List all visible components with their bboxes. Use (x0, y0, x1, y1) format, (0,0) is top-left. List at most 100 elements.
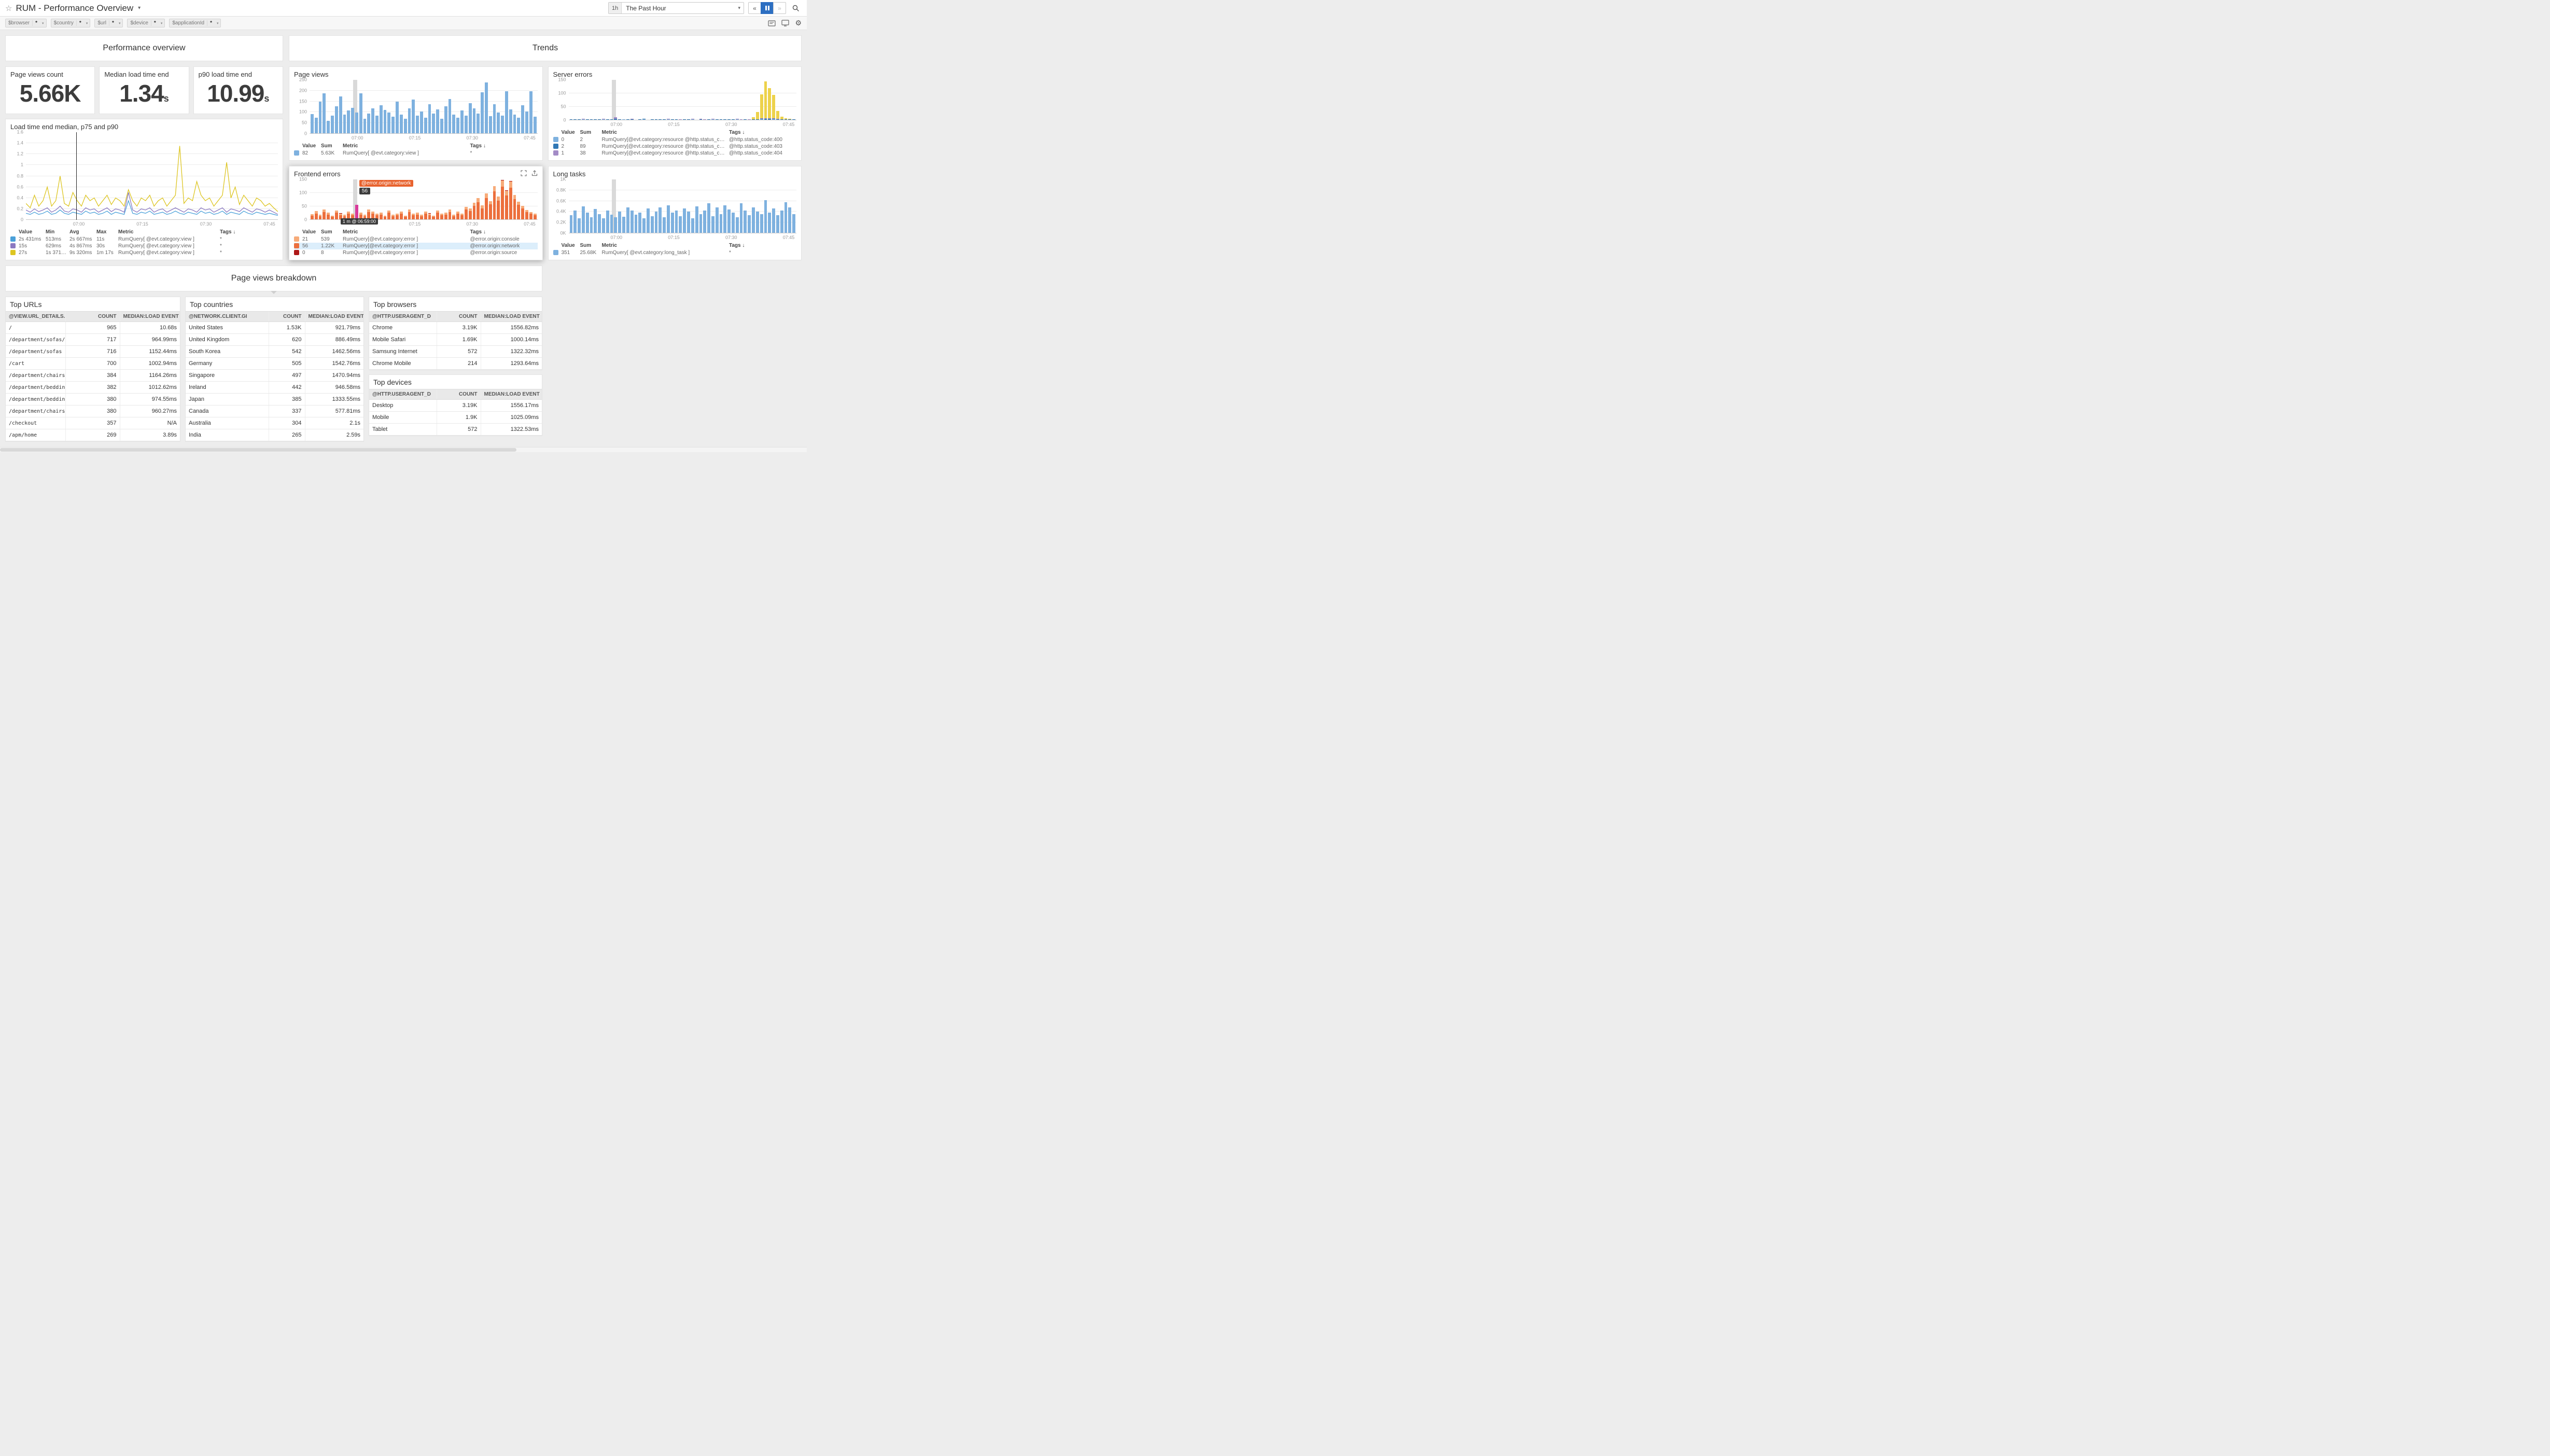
pause-button[interactable] (761, 2, 774, 14)
legend-header-value[interactable]: Value (302, 143, 321, 150)
table-row[interactable]: Chrome Mobile 214 1293.64ms (369, 358, 542, 370)
widget-p90-load-time[interactable]: p90 load time end 10.99s (193, 66, 283, 114)
legend-header-value[interactable]: Value (562, 242, 580, 249)
legend-header-value[interactable]: Value (562, 129, 580, 136)
table-row[interactable]: Mobile 1.9K 1025.09ms (369, 412, 542, 424)
legend-row[interactable]: 27s 1s 371ms 9s 320ms 1m 17s RumQuery[ @… (10, 249, 278, 256)
legend-header-avg[interactable]: Avg (69, 229, 96, 236)
legend-row[interactable]: 351 25.68K RumQuery[ @evt.category:long_… (553, 249, 797, 256)
export-icon[interactable] (531, 170, 538, 176)
template-variable-chip[interactable]: $applicationId * ▾ (169, 19, 221, 27)
top-urls-table[interactable]: Top URLs @VIEW.URL_DETAILS.I COUNT MEDIA… (5, 297, 180, 442)
table-row[interactable]: /checkout 357 N/A (6, 417, 180, 429)
top-devices-table[interactable]: Top devices @HTTP.USERAGENT_D COUNT MEDI… (369, 374, 542, 436)
legend-header-sum[interactable]: Sum (321, 229, 343, 236)
column-header[interactable]: COUNT (65, 312, 120, 322)
legend-row[interactable]: 1 38 RumQuery[@evt.category:resource @ht… (553, 150, 797, 157)
column-header[interactable]: MEDIAN:LOAD EVENT (305, 312, 363, 322)
legend-header-sum[interactable]: Sum (321, 143, 343, 150)
horizontal-scrollbar[interactable] (0, 447, 807, 452)
table-row[interactable]: /department/bedding/p 380 974.55ms (6, 394, 180, 405)
legend-header-tags[interactable]: Tags ↓ (470, 229, 538, 236)
table-row[interactable]: Singapore 497 1470.94ms (186, 370, 363, 382)
table-row[interactable]: /cart 700 1002.94ms (6, 358, 180, 370)
table-row[interactable]: / 965 10.68s (6, 322, 180, 334)
zoom-search-button[interactable] (790, 3, 802, 14)
column-header[interactable]: @VIEW.URL_DETAILS.I (6, 312, 65, 322)
legend-header-value[interactable]: Value (302, 229, 321, 236)
legend-row[interactable]: 2s 431ms 513ms 2s 667ms 11s RumQuery[ @e… (10, 236, 278, 243)
jump-backward-button[interactable]: « (748, 2, 761, 14)
table-row[interactable]: Tablet 572 1322.53ms (369, 424, 542, 436)
table-row[interactable]: /department/sofas 716 1152.44ms (6, 346, 180, 358)
legend-header-min[interactable]: Min (46, 229, 69, 236)
legend-header-tags[interactable]: Tags ↓ (729, 242, 796, 249)
legend-header-metric[interactable]: Metric (602, 129, 730, 136)
column-header[interactable]: MEDIAN:LOAD EVENT (120, 312, 180, 322)
column-header[interactable]: COUNT (437, 389, 481, 400)
jump-forward-button[interactable]: » (773, 2, 786, 14)
chart-plot[interactable] (569, 179, 797, 233)
expand-icon[interactable] (521, 170, 527, 176)
chevron-down-icon[interactable]: ▾ (138, 5, 141, 11)
top-countries-table[interactable]: Top countries @NETWORK.CLIENT.GI COUNT M… (185, 297, 364, 442)
table-row[interactable]: India 265 2.59s (186, 429, 363, 441)
table-row[interactable]: /department/chairs 384 1164.26ms (6, 370, 180, 382)
legend-header-value[interactable]: Value (19, 229, 46, 236)
section-performance-overview[interactable]: Performance overview (5, 35, 283, 61)
legend-header-sum[interactable]: Sum (580, 242, 602, 249)
chart-plot[interactable] (310, 80, 538, 134)
frontend-errors-panel[interactable]: Frontend errors 050100150 @error.origi (289, 166, 543, 260)
table-row[interactable]: United Kingdom 620 886.49ms (186, 334, 363, 346)
template-variable-chip[interactable]: $country * ▾ (51, 19, 91, 27)
table-row[interactable]: Australia 304 2.1s (186, 417, 363, 429)
table-row[interactable]: Germany 505 1542.76ms (186, 358, 363, 370)
column-header[interactable]: COUNT (269, 312, 305, 322)
table-row[interactable]: Desktop 3.19K 1556.17ms (369, 400, 542, 412)
legend-header-metric[interactable]: Metric (602, 242, 730, 249)
legend-row[interactable]: 2 89 RumQuery[@evt.category:resource @ht… (553, 143, 797, 150)
page-views-panel[interactable]: Page views 050100150200250 07:0007:1507:… (289, 66, 543, 161)
time-range-picker[interactable]: 1h The Past Hour ▾ (608, 2, 744, 14)
column-header[interactable]: COUNT (437, 312, 481, 322)
column-header[interactable]: MEDIAN:LOAD EVENT (481, 312, 542, 322)
legend-header-tags[interactable]: Tags ↓ (220, 229, 278, 236)
server-errors-panel[interactable]: Server errors 050100150 07:0007:1507:300… (548, 66, 802, 161)
widget-page-views-count[interactable]: Page views count 5.66K (5, 66, 95, 114)
table-row[interactable]: Mobile Safari 1.69K 1000.14ms (369, 334, 542, 346)
table-row[interactable]: Ireland 442 946.58ms (186, 382, 363, 394)
table-row[interactable]: South Korea 542 1462.56ms (186, 346, 363, 358)
chart-plot[interactable]: @error.origin:network 56 (310, 179, 538, 220)
table-row[interactable]: /department/bedding 382 1012.62ms (6, 382, 180, 394)
template-variable-chip[interactable]: $browser * ▾ (5, 19, 47, 27)
tv-mode-icon[interactable] (781, 20, 789, 26)
legend-header-metric[interactable]: Metric (343, 229, 470, 236)
legend-header-max[interactable]: Max (96, 229, 118, 236)
top-browsers-table[interactable]: Top browsers @HTTP.USERAGENT_D COUNT MED… (369, 297, 542, 370)
legend-header-metric[interactable]: Metric (343, 143, 470, 150)
legend-row[interactable]: 0 8 RumQuery[@evt.category:error ] @erro… (294, 249, 538, 256)
column-header[interactable]: MEDIAN:LOAD EVENT (481, 389, 542, 400)
long-tasks-panel[interactable]: Long tasks 0K0.2K0.4K0.6K0.8K1K 07:0007:… (548, 166, 802, 260)
legend-header-metric[interactable]: Metric (118, 229, 220, 236)
legend-row[interactable]: 82 5.63K RumQuery[ @evt.category:view ] … (294, 150, 538, 157)
column-header[interactable]: @HTTP.USERAGENT_D (369, 312, 437, 322)
section-trends[interactable]: Trends (289, 35, 802, 61)
table-row[interactable]: Samsung Internet 572 1322.32ms (369, 346, 542, 358)
star-favorite-icon[interactable]: ☆ (5, 4, 12, 13)
load-time-panel[interactable]: Load time end median, p75 and p90 00.20.… (5, 119, 283, 260)
chart-plot[interactable] (569, 80, 797, 120)
legend-row[interactable]: 0 2 RumQuery[@evt.category:resource @htt… (553, 136, 797, 143)
table-row[interactable]: /apm/home 269 3.89s (6, 429, 180, 441)
dashboard-title[interactable]: RUM - Performance Overview (16, 3, 133, 13)
table-row[interactable]: United States 1.53K 921.79ms (186, 322, 363, 334)
chart-plot[interactable] (26, 132, 278, 220)
table-row[interactable]: /department/sofas/pro 717 964.99ms (6, 334, 180, 346)
notebook-icon[interactable] (768, 20, 776, 26)
template-variable-chip[interactable]: $device * ▾ (127, 19, 165, 27)
legend-header-sum[interactable]: Sum (580, 129, 602, 136)
column-header[interactable]: @HTTP.USERAGENT_D (369, 389, 437, 400)
settings-gear-icon[interactable]: ⚙ (795, 19, 802, 27)
template-variable-chip[interactable]: $url * ▾ (94, 19, 123, 27)
legend-row[interactable]: 56 1.22K RumQuery[@evt.category:error ] … (294, 243, 538, 249)
